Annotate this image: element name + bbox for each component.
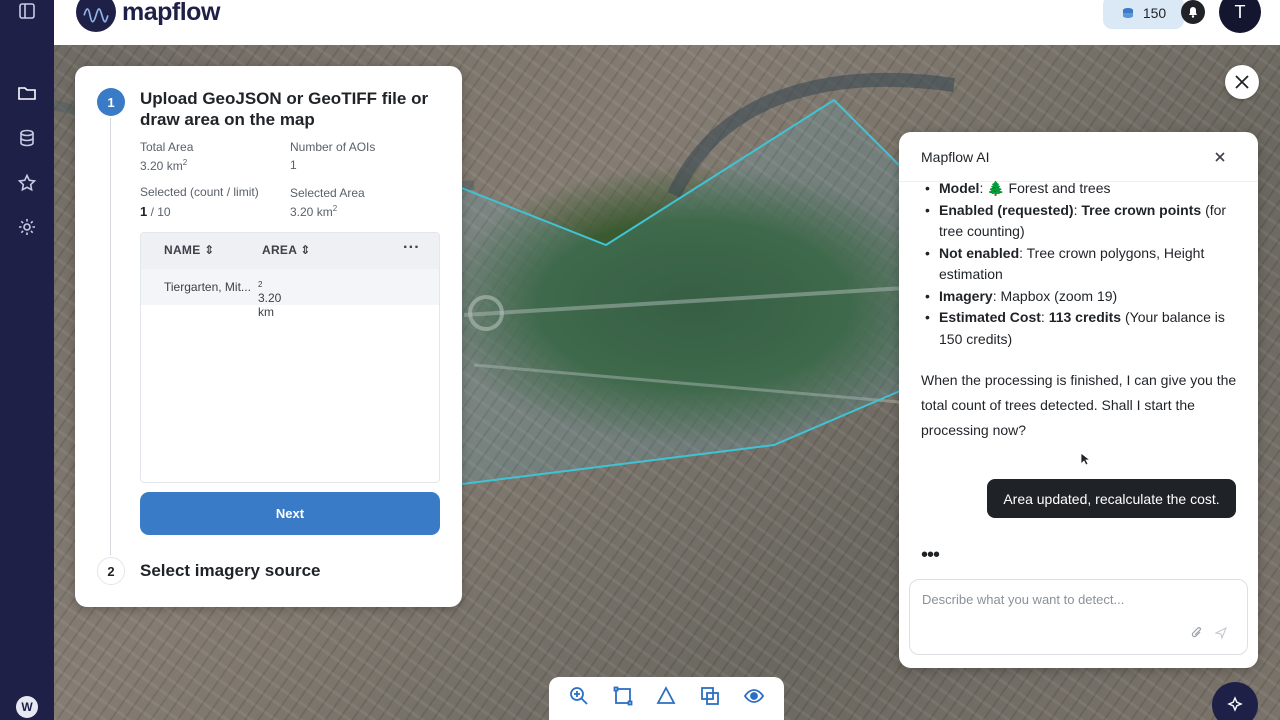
column-area-header[interactable]: AREA ⇕ — [262, 243, 311, 257]
step-1-badge: 1 — [97, 88, 125, 116]
list-item: Not enabled: Tree crown polygons, Height… — [921, 243, 1231, 286]
mapflow-logo[interactable]: mapflow — [76, 0, 220, 32]
aoi-table: NAME ⇕ AREA ⇕ ··· Tiergarten, Mit... 3.2… — [140, 232, 440, 483]
logo-mark-icon — [76, 0, 116, 32]
row-area: 3.20 km 2 — [258, 280, 282, 319]
star-icon[interactable] — [16, 172, 38, 194]
next-button[interactable]: Next — [140, 492, 440, 535]
panel-toggle-icon[interactable] — [16, 0, 38, 22]
list-item: Enabled (requested): Tree crown points (… — [921, 200, 1231, 243]
projects-folder-icon[interactable] — [16, 82, 38, 104]
table-row[interactable]: Tiergarten, Mit... 3.20 km 2 — [141, 269, 439, 319]
step-2-badge: 2 — [97, 557, 125, 585]
total-area-value: 3.20 km2 — [140, 158, 188, 173]
table-header: NAME ⇕ AREA ⇕ ··· — [141, 233, 439, 269]
attach-icon[interactable] — [1190, 626, 1204, 640]
left-rail: W — [0, 0, 54, 720]
workflow-panel: 1 Upload GeoJSON or GeoTIFF file or draw… — [75, 66, 462, 607]
close-map-button[interactable] — [1225, 65, 1259, 99]
ai-chat-panel: Mapflow AI Model: 🌲 Forest and trees Ena… — [899, 132, 1258, 668]
aoi-polygon — [453, 98, 915, 487]
coins-icon — [1122, 7, 1133, 18]
step-1-title: Upload GeoJSON or GeoTIFF file or draw a… — [140, 89, 429, 129]
visibility-icon[interactable] — [743, 685, 765, 712]
chat-input-box — [909, 579, 1248, 655]
sparkle-icon — [1227, 696, 1243, 712]
gear-icon[interactable] — [16, 216, 38, 238]
map-toolbar — [549, 677, 784, 720]
model-summary-list: Model: 🌲 Forest and trees Enabled (reque… — [921, 178, 1231, 350]
upload-shape-icon[interactable] — [699, 685, 721, 712]
aoi-count-label: Number of AOIs — [290, 140, 376, 154]
table-more-icon[interactable]: ··· — [403, 239, 420, 257]
credits-badge[interactable]: 150 — [1103, 0, 1184, 29]
database-icon[interactable] — [16, 127, 38, 149]
step-2-title[interactable]: Select imagery source — [140, 560, 320, 581]
polygon-icon[interactable] — [655, 685, 677, 712]
close-icon — [1235, 75, 1249, 89]
list-item: Estimated Cost: 113 credits (Your balanc… — [921, 307, 1231, 350]
list-item: Imagery: Mapbox (zoom 19) — [921, 286, 1231, 308]
typing-indicator: ••• — [921, 544, 940, 566]
row-name: Tiergarten, Mit... — [164, 280, 251, 294]
rectangle-icon[interactable] — [612, 685, 634, 712]
aoi-count-value: 1 — [290, 158, 297, 172]
top-bar: mapflow 150 T — [54, 0, 1280, 45]
close-icon[interactable] — [1211, 148, 1229, 166]
total-area-label: Total Area — [140, 140, 194, 154]
bell-icon[interactable] — [1181, 0, 1205, 24]
selected-area-label: Selected Area — [290, 186, 365, 200]
workspace-logo[interactable]: W — [16, 696, 38, 718]
chat-header: Mapflow AI — [899, 132, 1258, 182]
user-avatar[interactable]: T — [1219, 0, 1261, 33]
zoom-icon[interactable] — [568, 685, 590, 712]
logo-text: mapflow — [122, 0, 220, 26]
mouse-cursor-icon — [1080, 452, 1090, 466]
assistant-message: When the processing is finished, I can g… — [921, 372, 1237, 438]
user-message: Area updated, recalculate the cost. — [987, 479, 1236, 518]
selected-area-value: 3.20 km2 — [290, 204, 338, 219]
chat-input[interactable] — [922, 592, 1222, 607]
step-connector — [110, 118, 111, 555]
sort-icon: ⇕ — [300, 243, 311, 257]
sort-icon: ⇕ — [204, 243, 215, 257]
credits-count: 150 — [1142, 4, 1167, 21]
selected-count-label: Selected (count / limit) — [140, 185, 259, 199]
chat-title: Mapflow AI — [921, 149, 990, 165]
send-icon[interactable] — [1214, 626, 1228, 640]
ai-assistant-button[interactable] — [1212, 682, 1258, 720]
column-name-header[interactable]: NAME ⇕ — [164, 243, 215, 257]
selected-count-value: 1 / 10 — [140, 204, 171, 219]
list-item: Model: 🌲 Forest and trees — [921, 178, 1231, 200]
